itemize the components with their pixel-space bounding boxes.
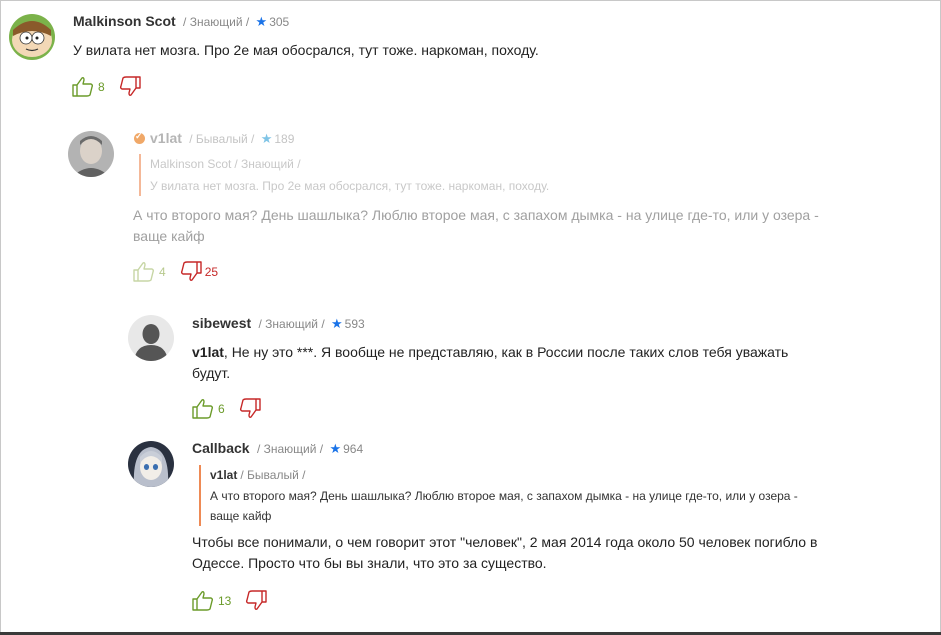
username[interactable]: Malkinson Scot — [73, 13, 176, 29]
quoted-rank: / Бывалый / — [240, 468, 306, 482]
comment-header: Callback / Знающий / ★ 964 — [192, 440, 363, 457]
quoted-username: Malkinson Scot — [150, 157, 232, 171]
thumbs-down-icon — [119, 76, 141, 96]
user-rating: 593 — [344, 317, 365, 331]
thumbs-down-icon — [239, 398, 261, 418]
dislike-button[interactable] — [119, 76, 144, 97]
mention-link[interactable]: v1lat — [192, 344, 224, 360]
comment-text: v1lat, Не ну это ***. Я вообще не предст… — [192, 342, 822, 384]
user-avatar[interactable] — [128, 441, 174, 487]
like-count: 4 — [159, 264, 166, 279]
like-button[interactable]: 6 — [192, 398, 239, 419]
user-rating: 964 — [343, 442, 364, 456]
quoted-username: v1lat — [210, 468, 238, 482]
verified-badge-icon — [134, 131, 145, 144]
comment-text: А что второго мая? День шашлыка? Люблю в… — [133, 207, 819, 244]
dislike-button[interactable] — [239, 398, 264, 419]
thumbs-up-icon — [133, 262, 155, 282]
dislike-button[interactable]: 25 — [180, 261, 218, 282]
quoted-comment[interactable]: v1lat / Бывалый / А что второго мая? День… — [199, 465, 815, 526]
dislike-button[interactable] — [245, 590, 270, 611]
like-button[interactable]: 4 — [133, 261, 180, 282]
like-count: 13 — [218, 593, 232, 608]
like-count: 8 — [98, 79, 105, 94]
vote-bar: 8 — [72, 76, 144, 97]
star-icon: ★ — [260, 131, 273, 146]
like-button[interactable]: 13 — [192, 590, 245, 611]
comment-text: У вилата нет мозга. Про 2е мая обосрался… — [73, 42, 539, 58]
vote-bar: 13 — [192, 590, 270, 611]
user-rank: / Знающий / — [258, 317, 325, 331]
thumbs-up-icon — [72, 77, 94, 97]
star-icon: ★ — [331, 316, 343, 331]
vote-bar: 6 — [192, 398, 264, 419]
thumbs-up-icon — [192, 591, 214, 611]
username[interactable]: sibewest — [192, 315, 251, 331]
comment-header: sibewest / Знающий / ★ 593 — [192, 315, 365, 332]
username[interactable]: Callback — [192, 440, 250, 456]
vote-bar: 4 25 — [133, 261, 218, 282]
dislike-count: 25 — [204, 264, 219, 279]
user-avatar[interactable] — [9, 14, 55, 60]
star-icon: ★ — [255, 14, 268, 29]
quoted-text: А что второго мая? День шашлыка? Люблю в… — [210, 489, 798, 523]
comment-header: Malkinson Scot / Знающий / ★ 305 — [73, 13, 289, 30]
user-rank: / Знающий / — [256, 442, 324, 456]
comment-text: Чтобы все понимали, о чем говорит этот "… — [192, 534, 818, 571]
thumbs-down-icon — [180, 261, 202, 281]
user-rating: 189 — [274, 132, 295, 146]
thumbs-up-icon — [192, 399, 214, 419]
quoted-text: У вилата нет мозга. Про 2е мая обосрался… — [150, 179, 550, 193]
comment-header: v1lat / Бывалый / ★189 — [134, 130, 294, 147]
user-rank: / Знающий / — [183, 15, 250, 29]
star-icon: ★ — [329, 441, 342, 456]
thumbs-down-icon — [246, 590, 268, 610]
like-count: 6 — [218, 401, 225, 416]
like-button[interactable]: 8 — [72, 76, 119, 97]
comment-body: , Не ну это ***. Я вообще не представляю… — [192, 344, 789, 381]
user-avatar[interactable] — [128, 315, 174, 361]
quoted-comment[interactable]: Malkinson Scot / Знающий / У вилата нет м… — [139, 154, 790, 196]
username[interactable]: v1lat — [150, 130, 182, 146]
quoted-rank: / Знающий / — [234, 157, 301, 171]
user-avatar[interactable] — [68, 131, 114, 177]
user-rating: 305 — [269, 15, 290, 29]
user-rank: / Бывалый / — [189, 132, 255, 146]
